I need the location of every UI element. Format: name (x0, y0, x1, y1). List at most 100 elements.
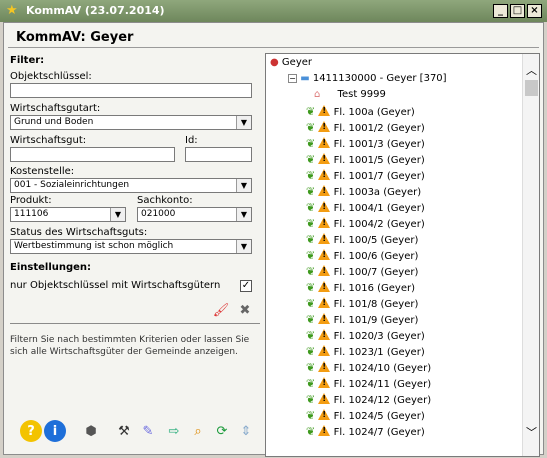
scroll-up-icon[interactable]: ︿ (526, 62, 537, 78)
leaf-icon: ❦ (306, 217, 316, 230)
leaf-icon: ❦ (306, 201, 316, 214)
kostenstelle-select[interactable]: 001 - Sozialeinrichtungen ▼ (10, 178, 252, 193)
tree-house-label: Test 9999 (337, 89, 386, 100)
produkt-label: Produkt: (10, 195, 52, 206)
tree-item[interactable]: ❦ Fl. 1003a (Geyer) (306, 185, 421, 201)
tree-root[interactable]: ● Geyer (270, 57, 312, 68)
tree-item[interactable]: ❦ Fl. 1020/3 (Geyer) (306, 329, 425, 345)
warning-icon (318, 105, 331, 116)
tools-icon[interactable]: ⚒ (113, 420, 135, 442)
tree-item-label: Fl. 1024/11 (Geyer) (333, 379, 432, 390)
modules-icon[interactable]: ⬢ (80, 420, 102, 442)
tree-item-label: Fl. 100/5 (Geyer) (333, 235, 419, 246)
tree-item-label: Fl. 101/8 (Geyer) (333, 299, 419, 310)
expand-icon[interactable]: ⇕ (235, 420, 257, 442)
warning-icon (318, 297, 331, 308)
tree-node-label: 1411130000 - Geyer [370] (312, 73, 447, 84)
warning-icon (318, 345, 331, 356)
objektschluessel-label: Objektschlüssel: (10, 71, 92, 82)
status-select[interactable]: Wertbestimmung ist schon möglich ▼ (10, 239, 252, 254)
maximize-button[interactable]: □ (510, 4, 525, 18)
scroll-thumb[interactable] (525, 80, 538, 96)
wirtschaftsgut-label: Wirtschaftsgut: (10, 135, 87, 146)
tree-item[interactable]: ❦ Fl. 101/9 (Geyer) (306, 313, 418, 329)
warning-icon (318, 377, 331, 388)
leaf-icon: ❦ (306, 313, 316, 326)
status-label: Status des Wirtschaftsguts: (10, 227, 148, 238)
warning-icon (318, 185, 331, 196)
warning-icon (318, 153, 331, 164)
settings-heading: Einstellungen: (10, 262, 92, 273)
help-icon[interactable]: ? (20, 420, 42, 442)
minimize-button[interactable]: _ (493, 4, 508, 18)
tree-item[interactable]: ❦ Fl. 100a (Geyer) (306, 105, 415, 121)
warning-icon (318, 313, 331, 324)
leaf-icon: ❦ (306, 297, 316, 310)
brush-icon[interactable]: 🖌 (210, 299, 232, 321)
tree-item[interactable]: ❦ Fl. 100/5 (Geyer) (306, 233, 418, 249)
tree-item-label: Fl. 1003a (Geyer) (333, 187, 422, 198)
tree-item[interactable]: ❦ Fl. 1024/5 (Geyer) (306, 409, 425, 425)
warning-icon (318, 233, 331, 244)
tree-scrollbar[interactable]: ︿ ﹀ (522, 54, 539, 456)
clear-filter-icon[interactable]: ✖ (234, 299, 256, 321)
tree-item[interactable]: ❦ Fl. 1001/5 (Geyer) (306, 153, 425, 169)
info-icon[interactable]: i (44, 420, 66, 442)
main-panel: KommAV: Geyer Filter: Objektschlüssel: W… (3, 22, 544, 457)
tree-item[interactable]: ❦ Fl. 100/6 (Geyer) (306, 249, 418, 265)
export-icon[interactable]: ⇨ (163, 420, 185, 442)
close-button[interactable]: × (527, 4, 542, 18)
tree-item[interactable]: ❦ Fl. 100/7 (Geyer) (306, 265, 418, 281)
tree-item[interactable]: ❦ Fl. 101/8 (Geyer) (306, 297, 418, 313)
info-text: Filtern Sie nach bestimmten Kriterien od… (10, 335, 250, 357)
edit-icon[interactable]: ✎ (137, 420, 159, 442)
tree-item[interactable]: ❦ Fl. 1016 (Geyer) (306, 281, 415, 297)
warning-icon (318, 137, 331, 148)
tree-item[interactable]: ❦ Fl. 1024/10 (Geyer) (306, 361, 431, 377)
collapse-icon[interactable]: − (288, 74, 297, 83)
scroll-down-icon[interactable]: ﹀ (526, 424, 537, 440)
tree-item[interactable]: ❦ Fl. 1024/7 (Geyer) (306, 425, 425, 441)
sachkonto-select[interactable]: 021000 ▼ (137, 207, 252, 222)
chevron-down-icon: ▼ (236, 240, 251, 253)
tree-item-label: Fl. 1024/12 (Geyer) (333, 395, 432, 406)
tree-item[interactable]: ❦ Fl. 1001/2 (Geyer) (306, 121, 425, 137)
id-input[interactable] (185, 147, 252, 162)
leaf-icon: ❦ (306, 105, 316, 118)
chevron-down-icon: ▼ (236, 179, 251, 192)
wirtschaftsgutart-select[interactable]: Grund und Boden ▼ (10, 115, 252, 130)
tree-item[interactable]: ❦ Fl. 1001/3 (Geyer) (306, 137, 425, 153)
warning-icon (318, 281, 331, 292)
chevron-down-icon: ▼ (110, 208, 125, 221)
tree-item-label: Fl. 100a (Geyer) (333, 107, 415, 118)
wirtschaftsgut-input[interactable] (10, 147, 175, 162)
leaf-icon: ❦ (306, 281, 316, 294)
divider (10, 323, 260, 324)
kostenstelle-label: Kostenstelle: (10, 166, 75, 177)
tree-item[interactable]: ❦ Fl. 1004/1 (Geyer) (306, 201, 425, 217)
group-icon: ● (270, 57, 279, 68)
tree-house-item[interactable]: ⌂ Test 9999 (314, 89, 386, 105)
tree-item[interactable]: ❦ Fl. 1001/7 (Geyer) (306, 169, 425, 185)
warning-icon (318, 425, 331, 436)
tree-item-label: Fl. 1001/5 (Geyer) (333, 155, 425, 166)
chevron-down-icon: ▼ (236, 116, 251, 129)
leaf-icon: ❦ (306, 169, 316, 182)
warning-icon (318, 169, 331, 180)
objektschluessel-input[interactable] (10, 83, 252, 98)
refresh-icon[interactable]: ⟳ (211, 420, 233, 442)
tree-item[interactable]: ❦ Fl. 1023/1 (Geyer) (306, 345, 425, 361)
only-with-checkbox[interactable]: ✓ (240, 280, 252, 292)
tree-item[interactable]: ❦ Fl. 1024/12 (Geyer) (306, 393, 431, 409)
tree-item-label: Fl. 100/6 (Geyer) (333, 251, 419, 262)
produkt-select[interactable]: 111106 ▼ (10, 207, 126, 222)
tree-item[interactable]: ❦ Fl. 1004/2 (Geyer) (306, 217, 425, 233)
tree-node[interactable]: − ▬ 1411130000 - Geyer [370] (288, 73, 447, 89)
tree-item[interactable]: ❦ Fl. 1024/11 (Geyer) (306, 377, 431, 393)
warning-icon (318, 249, 331, 260)
warning-icon (318, 329, 331, 340)
warning-icon (318, 393, 331, 404)
leaf-icon: ❦ (306, 393, 316, 406)
search-map-icon[interactable]: ⌕ (187, 420, 209, 442)
tree-item-label: Fl. 1024/7 (Geyer) (333, 427, 425, 438)
